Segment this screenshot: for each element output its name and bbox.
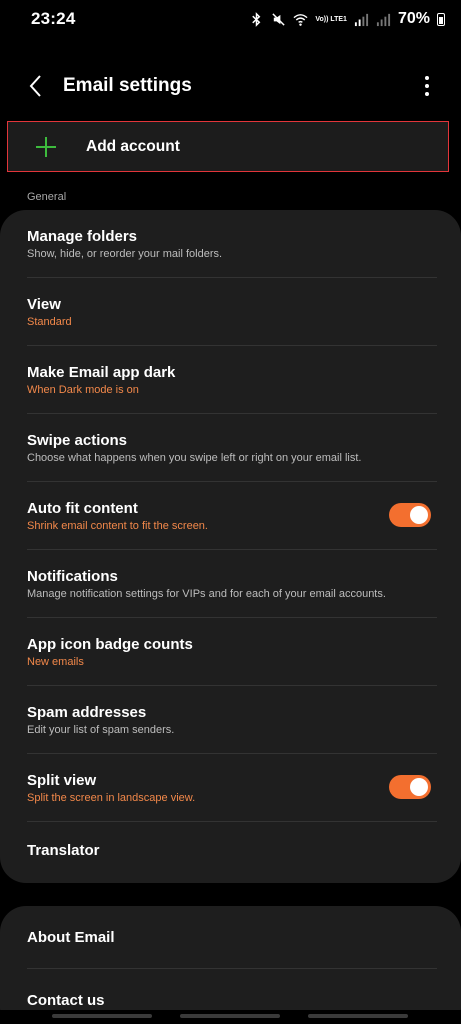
clock: 23:24 [31,9,76,28]
signal-icon-1 [354,13,369,26]
status-bar: 23:24 Vo)) LTE1 70% [0,0,461,38]
section-header-general: General [27,191,67,203]
chevron-left-icon [29,75,41,97]
mute-icon [272,12,285,26]
about-email-label: About Email [27,929,115,946]
auto-fit-toggle[interactable] [389,503,431,527]
setting-split-view[interactable]: Split view Split the screen in landscape… [0,754,461,822]
setting-value: Standard [27,316,72,328]
setting-title: Translator [27,842,100,859]
split-view-toggle[interactable] [389,775,431,799]
page-title: Email settings [63,75,192,96]
email-settings-screen: 23:24 Vo)) LTE1 70% Email settings Add a… [0,0,461,1024]
setting-title: Swipe actions [27,432,128,449]
setting-value: New emails [27,656,84,668]
setting-title: Auto fit content [27,500,138,517]
contact-us-label: Contact us [27,992,105,1009]
setting-manage-folders[interactable]: Manage folders Show, hide, or reorder yo… [0,210,461,278]
setting-title: Split view [27,772,97,789]
setting-auto-fit-content[interactable]: Auto fit content Shrink email content to… [0,482,461,550]
system-nav-bar [0,1010,461,1024]
recents-nav-button[interactable] [52,1014,152,1018]
network-type-label: Vo)) LTE1 [315,15,347,23]
wifi-icon [293,13,308,26]
more-options-button[interactable] [415,72,439,100]
setting-make-email-app-dark[interactable]: Make Email app dark When Dark mode is on [0,346,461,414]
setting-swipe-actions[interactable]: Swipe actions Choose what happens when y… [0,414,461,482]
bluetooth-icon [252,11,261,27]
setting-subtitle: Manage notification settings for VIPs an… [27,588,386,600]
settings-card: Manage folders Show, hide, or reorder yo… [0,210,461,883]
battery-icon [437,12,445,26]
setting-title: App icon badge counts [27,636,193,653]
plus-icon [35,136,57,158]
setting-view[interactable]: View Standard [0,278,461,346]
setting-subtitle: Edit your list of spam senders. [27,724,175,736]
setting-title: Spam addresses [27,704,147,721]
back-nav-button[interactable] [308,1014,408,1018]
setting-app-icon-badge-counts[interactable]: App icon badge counts New emails [0,618,461,686]
setting-title: Manage folders [27,228,138,245]
add-account-label: Add account [86,137,180,155]
setting-spam-addresses[interactable]: Spam addresses Edit your list of spam se… [0,686,461,754]
setting-subtitle: Split the screen in landscape view. [27,792,196,804]
status-icons: Vo)) LTE1 70% [249,10,445,28]
setting-title: Make Email app dark [27,364,176,381]
setting-subtitle: Show, hide, or reorder your mail folders… [27,248,223,260]
setting-notifications[interactable]: Notifications Manage notification settin… [0,550,461,618]
back-button[interactable] [22,72,50,100]
setting-subtitle: Choose what happens when you swipe left … [27,452,362,464]
app-bar: Email settings [0,60,461,112]
more-vert-icon [425,76,429,80]
setting-title: Notifications [27,568,118,585]
add-account-button[interactable]: Add account [7,121,449,172]
home-nav-button[interactable] [180,1014,280,1018]
setting-value: When Dark mode is on [27,384,139,396]
signal-icon-2 [376,13,391,26]
setting-translator[interactable]: Translator [0,822,461,883]
setting-subtitle: Shrink email content to fit the screen. [27,520,208,532]
about-email-item[interactable]: About Email [0,906,461,968]
about-card: About Email Contact us [0,906,461,1024]
battery-percent: 70% [397,10,430,27]
setting-title: View [27,296,61,313]
